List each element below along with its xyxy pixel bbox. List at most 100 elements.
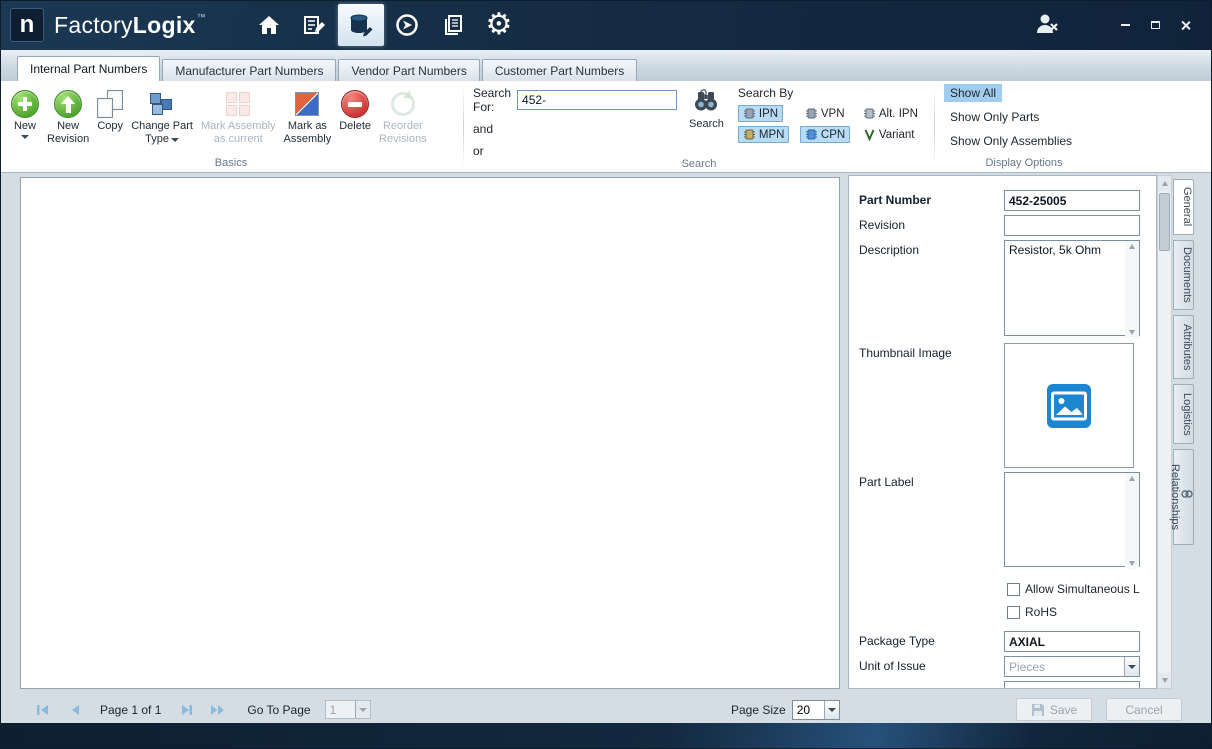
change-part-type-button[interactable]: Change Part Type bbox=[128, 86, 196, 148]
filter-alt-ipn[interactable]: Alt. IPN bbox=[858, 105, 923, 122]
logoff-user-icon[interactable] bbox=[1034, 12, 1060, 38]
production-icon[interactable] bbox=[384, 4, 430, 46]
scroll-up-icon bbox=[1129, 476, 1135, 481]
dropdown-arrow-icon bbox=[1128, 665, 1136, 669]
maximize-button[interactable] bbox=[1144, 14, 1166, 36]
page-size-input[interactable] bbox=[793, 701, 824, 719]
page-size-combo bbox=[792, 700, 840, 720]
trademark-symbol: ™ bbox=[197, 12, 206, 22]
page-size-dropdown-button[interactable] bbox=[824, 701, 839, 719]
window-controls bbox=[1034, 0, 1212, 50]
search-by-filters: IPN VPN Alt. IPN MPN bbox=[738, 105, 934, 143]
thumbnail-image-box[interactable] bbox=[1004, 343, 1134, 468]
tab-internal-part-numbers[interactable]: Internal Part Numbers bbox=[17, 56, 160, 81]
ribbon-divider bbox=[934, 86, 935, 167]
page-info: Page 1 of 1 bbox=[100, 703, 161, 717]
binoculars-icon bbox=[692, 88, 720, 115]
unit-of-issue-label: Unit of Issue bbox=[859, 656, 1004, 673]
tab-vendor-part-numbers[interactable]: Vendor Part Numbers bbox=[338, 59, 479, 81]
new-button-label: New bbox=[14, 120, 36, 133]
settings-icon[interactable]: ⚙ bbox=[476, 4, 522, 46]
filter-vpn[interactable]: VPN bbox=[800, 105, 850, 122]
mark-assembly-as-current-button[interactable]: Mark Assembly as current bbox=[198, 86, 279, 148]
rohs-checkbox[interactable] bbox=[1007, 606, 1020, 619]
side-tab-relationships[interactable]: Relationships bbox=[1173, 449, 1194, 545]
next-field-input[interactable] bbox=[1004, 681, 1140, 689]
content-area: Part Number Revision Description Resisto… bbox=[0, 173, 1212, 723]
filter-variant[interactable]: Variant bbox=[858, 126, 920, 143]
image-placeholder-icon bbox=[1046, 383, 1092, 429]
search-input[interactable] bbox=[517, 90, 677, 110]
app-title-secondary: Logix bbox=[133, 12, 196, 38]
textarea-scrollbar[interactable] bbox=[1125, 473, 1139, 569]
close-button[interactable] bbox=[1174, 14, 1196, 36]
scrollbar-down-button[interactable] bbox=[1158, 673, 1171, 688]
ribbon-group-search: Search For: and or bbox=[465, 81, 933, 172]
delete-button[interactable]: Delete bbox=[336, 86, 374, 135]
search-button-label: Search bbox=[689, 118, 724, 130]
mark-as-assembly-button[interactable]: Mark as Assembly bbox=[281, 86, 335, 148]
filter-mpn[interactable]: MPN bbox=[738, 126, 790, 143]
revision-input[interactable] bbox=[1004, 215, 1140, 236]
maximize-icon bbox=[1151, 21, 1160, 29]
show-only-parts-option[interactable]: Show Only Parts bbox=[944, 108, 1045, 126]
tab-manufacturer-part-numbers[interactable]: Manufacturer Part Numbers bbox=[162, 59, 336, 81]
app-logo: n bbox=[10, 8, 44, 42]
last-page-button[interactable] bbox=[209, 703, 227, 717]
minimize-button[interactable] bbox=[1114, 14, 1136, 36]
copy-button[interactable]: Copy bbox=[94, 86, 126, 135]
go-to-page-input[interactable] bbox=[326, 701, 355, 718]
tab-customer-part-numbers[interactable]: Customer Part Numbers bbox=[482, 59, 637, 81]
first-page-button[interactable] bbox=[34, 703, 52, 717]
part-detail-panel: Part Number Revision Description Resisto… bbox=[848, 175, 1157, 689]
go-to-page-combo bbox=[325, 700, 371, 719]
part-label-label: Part Label bbox=[859, 472, 1004, 489]
new-icon bbox=[11, 90, 39, 118]
show-all-option[interactable]: Show All bbox=[944, 84, 1002, 102]
allow-simultaneous-checkbox[interactable] bbox=[1007, 583, 1020, 596]
main-nav: ⚙ bbox=[246, 0, 522, 50]
previous-page-button[interactable] bbox=[66, 703, 84, 717]
side-tab-attributes[interactable]: Attributes bbox=[1173, 315, 1194, 379]
description-label: Description bbox=[859, 240, 1004, 257]
side-tab-logistics[interactable]: Logistics bbox=[1173, 384, 1194, 444]
part-number-input[interactable] bbox=[1004, 190, 1140, 211]
cancel-button[interactable]: Cancel bbox=[1106, 698, 1182, 721]
next-page-button[interactable] bbox=[177, 703, 195, 717]
go-to-page-dropdown-button[interactable] bbox=[355, 701, 370, 718]
scrollbar-up-button[interactable] bbox=[1158, 176, 1171, 191]
unit-of-issue-input[interactable] bbox=[1005, 657, 1124, 676]
parts-list-panel[interactable] bbox=[20, 177, 840, 689]
tab-label: Manufacturer Part Numbers bbox=[175, 64, 323, 78]
revision-label: Revision bbox=[859, 215, 1004, 232]
filter-cpn[interactable]: CPN bbox=[800, 126, 850, 143]
planning-icon[interactable] bbox=[292, 4, 338, 46]
description-textarea[interactable]: Resistor, 5k Ohm bbox=[1004, 240, 1140, 336]
side-tab-general[interactable]: General bbox=[1173, 179, 1194, 235]
home-icon[interactable] bbox=[246, 4, 292, 46]
detail-scrollbar[interactable] bbox=[1157, 175, 1172, 689]
footer-bar: Page 1 of 1 Go To Page Page Size Save Ca… bbox=[0, 695, 1212, 723]
window-bottom-strip bbox=[0, 723, 1212, 749]
scroll-down-icon bbox=[1129, 330, 1135, 335]
search-button[interactable]: Search bbox=[689, 88, 724, 130]
filter-ipn[interactable]: IPN bbox=[738, 105, 783, 122]
new-revision-button[interactable]: New Revision bbox=[44, 86, 92, 148]
reorder-revisions-button[interactable]: Reorder Revisions bbox=[376, 86, 430, 148]
textarea-scrollbar[interactable] bbox=[1125, 241, 1139, 338]
close-icon bbox=[1180, 20, 1191, 31]
and-label: and bbox=[473, 122, 677, 136]
gear-icon: ⚙ bbox=[486, 10, 513, 40]
save-button[interactable]: Save bbox=[1016, 698, 1092, 721]
side-tab-documents[interactable]: Documents bbox=[1173, 240, 1194, 310]
part-label-textarea[interactable] bbox=[1004, 472, 1140, 567]
show-only-assemblies-option[interactable]: Show Only Assemblies bbox=[944, 132, 1078, 150]
rohs-label: RoHS bbox=[1025, 605, 1057, 619]
documents-icon[interactable] bbox=[430, 4, 476, 46]
scrollbar-thumb[interactable] bbox=[1159, 193, 1170, 251]
new-button[interactable]: New bbox=[8, 86, 42, 141]
parts-icon[interactable] bbox=[338, 4, 384, 46]
package-type-input[interactable] bbox=[1004, 631, 1140, 652]
dropdown-arrow-icon bbox=[828, 708, 836, 712]
unit-of-issue-dropdown-button[interactable] bbox=[1124, 657, 1139, 676]
